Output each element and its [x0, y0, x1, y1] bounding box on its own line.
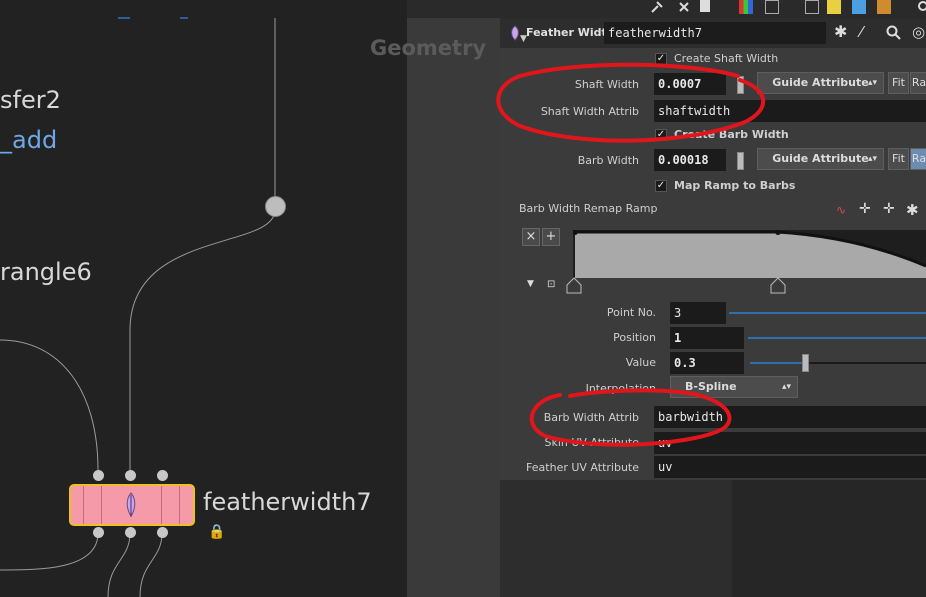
menu-arrows-icon: ▴▾ — [867, 154, 877, 164]
node-label-featherwidth[interactable]: featherwidth7 — [203, 488, 372, 516]
featherwidth-node[interactable] — [69, 484, 195, 526]
create-shaft-width-checkbox[interactable]: ✓ — [655, 53, 667, 65]
create-barb-width-label: Create Barb Width — [674, 128, 789, 141]
input-connector-3[interactable] — [157, 470, 168, 481]
interpolation-value: B-Spline — [685, 380, 737, 393]
value-slider-fill[interactable] — [750, 362, 805, 364]
shaft-mode-label: Guide Attribute — [772, 76, 869, 89]
scissors-icon[interactable] — [677, 0, 691, 14]
barb-width-slider[interactable] — [737, 152, 744, 170]
value-slider-handle[interactable] — [802, 354, 809, 372]
collapse-arrow-icon[interactable]: ▼ — [527, 279, 534, 289]
remove-point-button[interactable]: × — [522, 228, 540, 246]
node-label-triangle[interactable]: rangle6 — [0, 258, 92, 286]
point-no-slider[interactable] — [729, 312, 926, 314]
position-label: Position — [613, 331, 656, 344]
ramp-curve — [572, 229, 926, 278]
skin-uv-label: Skin UV Attribute — [544, 436, 639, 449]
barb-width-label: Barb Width — [577, 154, 639, 167]
value-slider-track[interactable] — [805, 362, 926, 364]
node-label-add[interactable]: _add — [0, 126, 57, 154]
wrench-icon[interactable] — [650, 0, 664, 14]
add-point-button[interactable]: + — [542, 228, 560, 246]
menu-arrows-icon: ▴▾ — [781, 382, 791, 392]
note-icon[interactable] — [827, 0, 841, 14]
range-button[interactable]: Ra — [910, 72, 926, 94]
grid-icon[interactable] — [765, 0, 779, 14]
ramp-flip-icon[interactable]: ✛ — [883, 201, 895, 217]
map-ramp-label: Map Ramp to Barbs — [674, 179, 796, 192]
ramp-curve-icon[interactable]: ∿ — [836, 203, 846, 217]
shaft-width-attrib-field[interactable]: shaftwidth — [654, 100, 926, 122]
output-connector-3[interactable] — [157, 527, 168, 538]
lock-icon[interactable]: 🔒 — [208, 524, 225, 540]
ramp-spread-icon[interactable]: ✛ — [859, 201, 871, 217]
node-label-xfer[interactable]: sfer2 — [0, 86, 61, 114]
input-connector-1[interactable] — [93, 470, 104, 481]
gear-icon[interactable]: ✱ — [834, 22, 847, 41]
value-label: Value — [625, 356, 656, 369]
create-barb-width-checkbox[interactable]: ✓ — [655, 129, 667, 141]
shaft-width-mode-menu[interactable]: Guide Attribute ▴▾ — [757, 72, 884, 94]
ramp-editor[interactable] — [572, 229, 926, 278]
node-name-field[interactable]: featherwidth7 — [604, 22, 826, 44]
context-area — [407, 0, 500, 597]
shaft-width-field[interactable]: 0.0007 — [654, 73, 726, 95]
ramp-gear-icon[interactable]: ✱ — [906, 201, 919, 219]
interpolation-label: Interpolation — [585, 382, 656, 395]
point-no-field[interactable]: 3 — [670, 302, 726, 324]
network-editor[interactable]: sfer2 _add rangle6 featherwidth7 🔒 — [0, 0, 407, 597]
search-icon[interactable] — [886, 25, 902, 41]
node-type-label: Feather Width — [526, 26, 615, 39]
position-field[interactable]: 1 — [670, 327, 744, 349]
shaft-width-attrib-label: Shaft Width Attrib — [540, 105, 639, 118]
position-slider[interactable] — [748, 337, 926, 339]
parameter-header: ▼ Feather Width featherwidth7 ✱ ⁄ ◎ — [500, 18, 926, 48]
output-connector-2[interactable] — [125, 527, 136, 538]
barb-width-field[interactable]: 0.00018 — [654, 149, 726, 171]
map-ramp-checkbox[interactable]: ✓ — [655, 180, 667, 192]
output-connector-1[interactable] — [93, 527, 104, 538]
ramp-key-marker-1[interactable] — [566, 277, 582, 294]
skin-uv-field[interactable]: uv — [654, 432, 926, 454]
feather-uv-label: Feather UV Attribute — [526, 461, 639, 474]
shaft-width-slider[interactable] — [737, 76, 744, 94]
fit-button[interactable]: Fit — [888, 72, 909, 94]
box-icon[interactable] — [877, 0, 891, 14]
palette-icon[interactable] — [739, 0, 753, 14]
create-shaft-width-label: Create Shaft Width — [674, 52, 779, 65]
list-icon[interactable] — [805, 0, 819, 14]
brush-icon[interactable]: ⁄ — [860, 23, 863, 41]
copy-icon[interactable] — [700, 0, 710, 12]
barb-width-attrib-field[interactable]: barbwidth — [654, 406, 926, 428]
menu-arrows-icon: ▴▾ — [867, 78, 877, 88]
shaft-width-label: Shaft Width — [574, 78, 639, 91]
value-field[interactable]: 0.3 — [670, 352, 744, 374]
point-no-label: Point No. — [606, 306, 656, 319]
feather-icon — [126, 492, 136, 517]
input-connector-2[interactable] — [125, 470, 136, 481]
help-icon[interactable]: ◎ — [912, 23, 925, 41]
barb-width-mode-menu[interactable]: Guide Attribute ▴▾ — [757, 148, 884, 170]
top-toolbar — [407, 0, 926, 18]
barb-mode-label: Guide Attribute — [772, 152, 869, 165]
fit-button-barb[interactable]: Fit — [888, 148, 909, 170]
image-icon[interactable] — [852, 0, 866, 14]
ramp-key-marker-2[interactable] — [770, 277, 786, 294]
panel-footer-right — [732, 480, 926, 597]
ramp-label: Barb Width Remap Ramp — [519, 202, 658, 215]
interpolation-menu[interactable]: B-Spline ▴▾ — [670, 376, 798, 398]
feather-uv-field[interactable]: uv — [654, 456, 926, 478]
context-label: Geometry — [370, 36, 487, 60]
output-connector[interactable] — [265, 196, 286, 217]
barb-width-attrib-label: Barb Width Attrib — [543, 411, 639, 424]
expand-icon[interactable]: ⊡ — [547, 279, 555, 290]
range-button-barb[interactable]: Ra — [910, 148, 926, 170]
search-top-icon[interactable] — [915, 0, 926, 14]
